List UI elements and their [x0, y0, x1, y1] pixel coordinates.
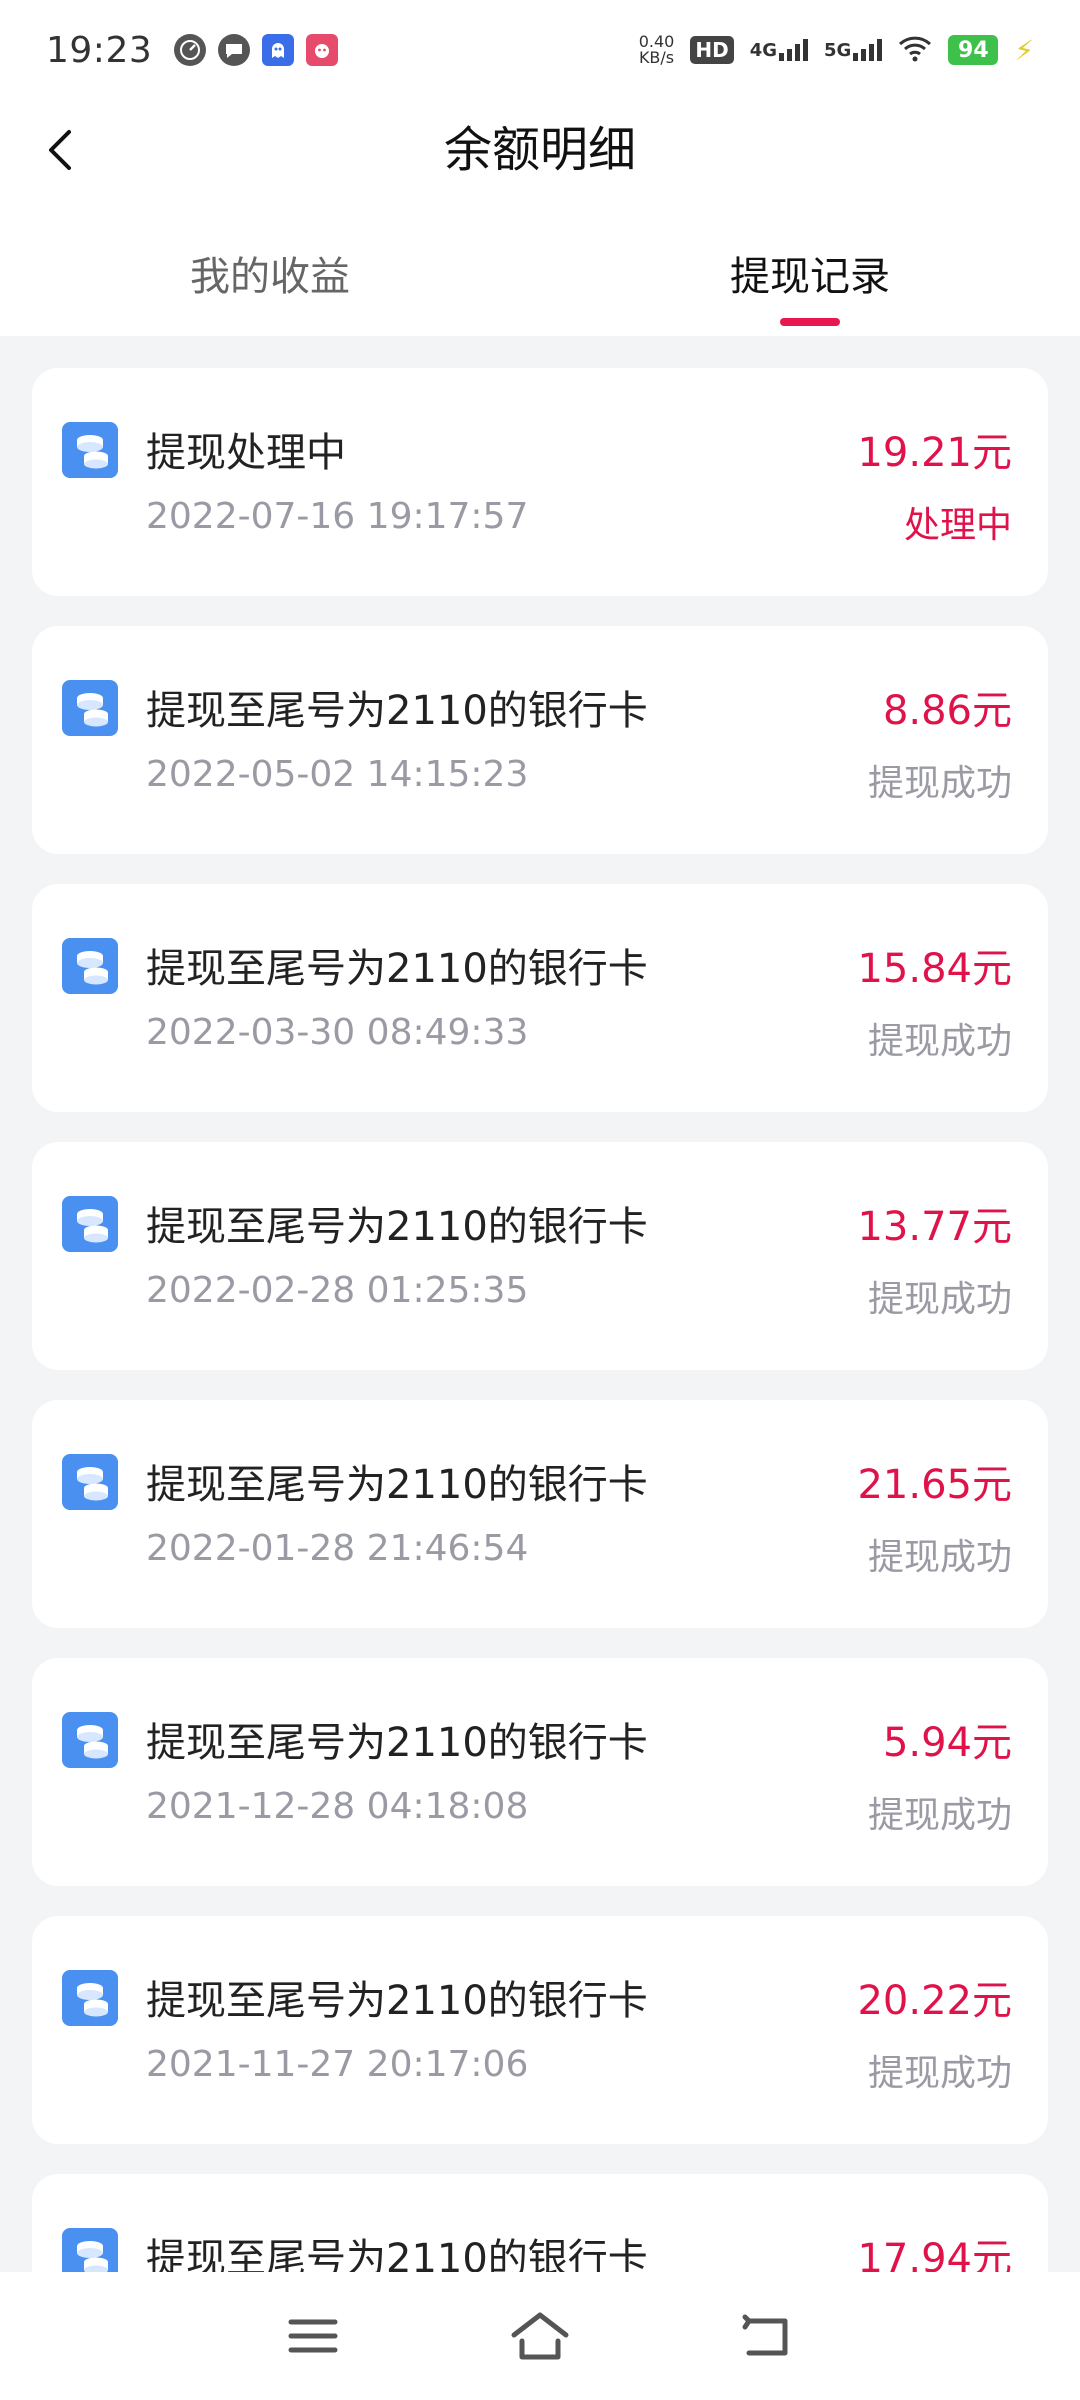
sim2-signal: 5G [824, 39, 883, 61]
back-arrow-icon [742, 2314, 788, 2356]
app-header: 余额明细 [0, 100, 1080, 200]
record-title: 提现至尾号为2110的银行卡 [146, 1720, 648, 1766]
network-speed-unit: KB/s [638, 48, 675, 67]
signal-bars-icon [853, 39, 883, 61]
record-amount: 20.22元 [857, 1978, 1012, 2024]
notification-icons [174, 34, 339, 66]
ghost-app-icon [262, 34, 295, 66]
record-title: 提现至尾号为2110的银行卡 [146, 1204, 648, 1250]
record-card[interactable]: 提现处理中 2022-07-16 19:17:57 19.21元 处理中 [32, 368, 1048, 596]
record-card[interactable]: 提现至尾号为2110的银行卡 2022-01-28 21:46:54 21.65… [32, 1400, 1048, 1628]
record-card[interactable]: 提现至尾号为2110的银行卡 2021-12-28 04:18:08 5.94元… [32, 1658, 1048, 1886]
record-title: 提现至尾号为2110的银行卡 [146, 1462, 648, 1508]
record-card[interactable]: 提现至尾号为2110的银行卡 2021-11-27 20:17:06 20.22… [32, 1916, 1048, 2144]
home-button[interactable] [500, 2296, 580, 2376]
charging-bolt-icon: ⚡ [1014, 33, 1034, 67]
record-amount: 15.84元 [857, 946, 1012, 992]
record-title: 提现至尾号为2110的银行卡 [146, 946, 648, 992]
speedometer-icon [174, 34, 207, 66]
signal-bars-icon [779, 39, 809, 61]
status-bar: 19:23 0.40 KB/s HD 4G 5G 94 ⚡ [0, 0, 1080, 100]
tab-bar: 我的收益 提现记录 [0, 200, 1080, 336]
record-time: 2022-05-02 14:15:23 [146, 754, 529, 795]
record-time: 2021-12-28 04:18:08 [146, 1786, 529, 1827]
sim1-signal: 4G [749, 39, 809, 61]
record-time: 2021-11-27 20:17:06 [146, 2044, 529, 2085]
record-card[interactable]: 提现至尾号为2110的银行卡 2022-05-02 14:15:23 8.86元… [32, 626, 1048, 854]
tab-withdraw-records[interactable]: 提现记录 [540, 244, 1080, 302]
record-card[interactable]: 提现至尾号为2110的银行卡 2022-02-28 01:25:35 13.77… [32, 1142, 1048, 1370]
coins-icon [62, 1196, 118, 1252]
record-status: 提现成功 [867, 1537, 1012, 1578]
battery-indicator: 94 [948, 35, 999, 65]
coins-icon [62, 1970, 118, 2026]
record-status: 提现成功 [867, 763, 1012, 804]
message-icon [218, 34, 251, 66]
tab-my-earnings[interactable]: 我的收益 [0, 244, 540, 302]
network-speed: 0.40 KB/s [639, 34, 675, 66]
status-time: 19:23 [46, 29, 153, 71]
record-title: 提现至尾号为2110的银行卡 [146, 688, 648, 734]
record-amount: 13.77元 [857, 1204, 1012, 1250]
record-title: 提现至尾号为2110的银行卡 [146, 1978, 648, 2024]
record-time: 2022-02-28 01:25:35 [146, 1270, 529, 1311]
coins-icon [62, 422, 118, 478]
pet-app-icon [306, 34, 339, 66]
sim1-label: 4G [749, 40, 778, 61]
record-status: 处理中 [903, 505, 1012, 546]
menu-icon [288, 2319, 338, 2353]
record-time: 2022-01-28 21:46:54 [146, 1528, 529, 1569]
active-tab-indicator [780, 318, 840, 326]
screen: 19:23 0.40 KB/s HD 4G 5G 94 ⚡ 余额明细 我的收益 … [0, 0, 1080, 2400]
record-amount: 19.21元 [857, 430, 1012, 476]
coins-icon [62, 938, 118, 994]
menu-button[interactable] [273, 2296, 353, 2376]
home-icon [511, 2312, 569, 2360]
page-title: 余额明细 [443, 122, 636, 178]
record-title: 提现处理中 [146, 430, 346, 476]
record-amount: 5.94元 [882, 1720, 1012, 1766]
record-status: 提现成功 [867, 1279, 1012, 1320]
coins-icon [62, 1454, 118, 1510]
system-indicators: 0.40 KB/s HD 4G 5G 94 ⚡ [639, 34, 1034, 67]
back-nav-button[interactable] [727, 2296, 807, 2376]
wifi-icon [898, 34, 932, 66]
record-card[interactable]: 提现至尾号为2110的银行卡 2022-03-30 08:49:33 15.84… [32, 884, 1048, 1112]
coins-icon [62, 1712, 118, 1768]
sim2-label: 5G [824, 40, 852, 61]
record-time: 2022-07-16 19:17:57 [146, 496, 529, 537]
hd-badge: HD [690, 36, 734, 64]
record-status: 提现成功 [867, 1795, 1012, 1836]
record-status: 提现成功 [867, 2053, 1012, 2094]
system-navigation-bar [0, 2272, 1080, 2400]
record-amount: 21.65元 [857, 1462, 1012, 1508]
record-time: 2022-03-30 08:49:33 [146, 1012, 529, 1053]
record-status: 提现成功 [867, 1021, 1012, 1062]
coins-icon [62, 680, 118, 736]
record-amount: 8.86元 [882, 688, 1012, 734]
